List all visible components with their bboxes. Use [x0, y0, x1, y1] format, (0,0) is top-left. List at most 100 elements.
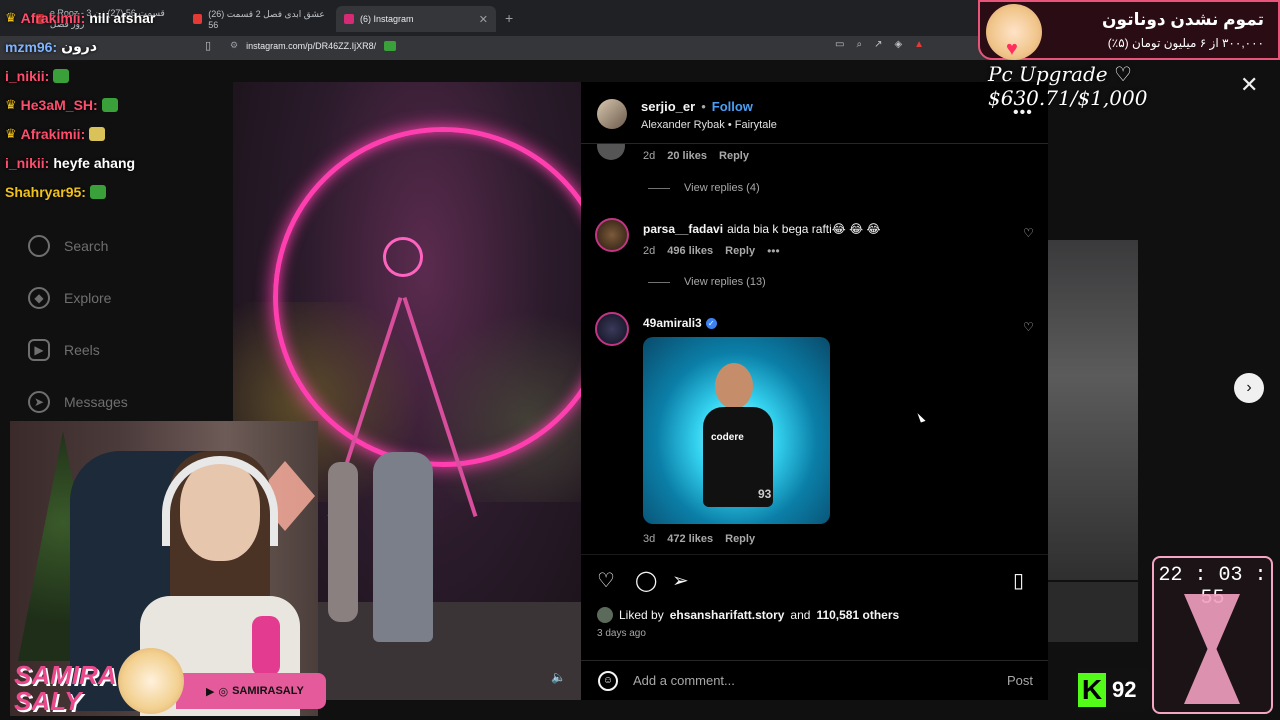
instagram-icon [344, 14, 354, 24]
chat-username: mzm96: [5, 38, 58, 55]
comment-likes[interactable]: 20 likes [667, 150, 707, 162]
chat-username: Afrakimii: [20, 125, 86, 142]
avatar[interactable] [597, 99, 627, 129]
avatar[interactable] [597, 144, 625, 160]
chat-message: i_nikii: [5, 61, 225, 90]
follow-button[interactable]: Follow [712, 99, 753, 114]
explore-icon: ◆ [28, 287, 50, 309]
next-post-button[interactable]: › [1234, 373, 1264, 403]
mascot-avatar [118, 648, 184, 714]
player-head [715, 363, 753, 409]
shield-icon[interactable]: ◈ [894, 39, 902, 50]
social-handle: ▶ ◎ SAMIRASALY [176, 673, 326, 709]
view-replies-button[interactable]: View replies (13) [648, 276, 766, 288]
map-thumbnail [1048, 582, 1138, 642]
comment-likes[interactable]: 472 likes [667, 533, 713, 545]
comment-likes[interactable]: 496 likes [667, 245, 713, 257]
comment-username[interactable]: parsa__fadavi [643, 222, 723, 236]
comment-body: 49amirali3 ✓ [643, 316, 717, 330]
alert-icon[interactable]: ▲ [914, 39, 924, 50]
chat-username: Afrakimii: [20, 9, 86, 26]
shirt-sponsor-text: codere [711, 432, 744, 443]
browser-tab-active[interactable]: (6) Instagram ✕ [336, 6, 496, 32]
sidebar-item-label: Messages [64, 394, 128, 410]
viewer-count: 92 [1112, 677, 1137, 702]
donation-goal: ♥ تموم نشدن دوناتون ۳۰۰,۰۰۰ از ۶ میلیون … [978, 0, 1280, 60]
avatar[interactable] [597, 607, 613, 623]
emote-icon [89, 126, 106, 141]
username-link[interactable]: serjio_er [641, 99, 695, 114]
chat-message: mzm96: درون [5, 32, 225, 61]
divider [648, 281, 670, 283]
avatar[interactable] [595, 312, 629, 346]
sidebar-item-label: Reels [64, 342, 100, 358]
close-tab-icon[interactable]: ✕ [479, 13, 488, 26]
add-comment-bar: ☺ Post [581, 660, 1048, 700]
sidebar-item-explore[interactable]: ◆ Explore [28, 272, 128, 324]
emote-icon [53, 68, 70, 83]
screen-icon[interactable]: ▭ [835, 39, 844, 50]
liked-by-user[interactable]: ehsansharifatt.story [670, 608, 785, 622]
liked-by-others[interactable]: 110,581 others [816, 608, 899, 622]
chat-message: i_nikii: heyfe ahang [5, 148, 225, 177]
new-tab-icon[interactable]: + [505, 10, 513, 26]
kick-logo-icon: K [1078, 673, 1106, 707]
like-comment-icon[interactable]: ♡ [1023, 226, 1034, 240]
microphone [252, 616, 280, 676]
sidebar-item-reels[interactable]: ▶ Reels [28, 324, 128, 376]
volume-icon[interactable]: 🔈 [551, 670, 566, 684]
comment-body: parsa__fadavi aida bia k bega rafti😂 😂 😂 [643, 222, 881, 236]
like-icon[interactable]: ♡ [597, 568, 615, 593]
chat-username: Shahryar95: [5, 183, 86, 200]
instagram-icon: ◎ [218, 685, 229, 698]
comment-input[interactable] [633, 673, 983, 688]
chat-username: i_nikii: [5, 67, 50, 84]
comment-age: 3d [643, 533, 656, 545]
chat-message: Shahryar95: [5, 177, 225, 206]
comment-icon[interactable]: ◯ [635, 568, 657, 593]
messages-icon: ➤ [28, 391, 50, 413]
stream-chat: ♛ Afrakimii: nili afshar mzm96: درون i_n… [5, 3, 225, 206]
tab-label: (6) Instagram [360, 14, 414, 24]
comment-username[interactable]: 49amirali3 [643, 316, 702, 330]
sidebar-item-label: Explore [64, 290, 112, 306]
avatar[interactable] [595, 218, 629, 252]
search-icon [28, 235, 50, 257]
reply-button[interactable]: Reply [719, 150, 749, 162]
post-actions: ♡ ◯ ➢ ▯ Liked by ehsansharifatt.story an… [581, 554, 1048, 664]
url-field[interactable]: ⚙ instagram.com/p/DR46ZZ.IjXR8/ [230, 40, 397, 51]
comment-meta: 2d 496 likes Reply ••• [643, 244, 780, 258]
crown-icon: ♛ [5, 96, 17, 112]
emote-icon [384, 40, 397, 51]
screen-root: { "browser": { "tabs": [ {"label": "e Ro… [0, 0, 1280, 720]
audio-label[interactable]: Alexander Rybak • Fairytale [641, 119, 777, 131]
sidebar-item-search[interactable]: Search [28, 220, 128, 272]
share-icon[interactable]: ➢ [672, 568, 689, 593]
post-panel: serjio_er • Follow Alexander Rybak • Fai… [581, 82, 1048, 700]
save-icon[interactable]: ▯ [1013, 568, 1024, 593]
zoom-icon[interactable]: ⌕ [856, 39, 862, 50]
like-comment-icon[interactable]: ♡ [1023, 320, 1034, 334]
separator: • [701, 99, 706, 114]
more-options-icon[interactable]: ••• [767, 244, 780, 258]
share-icon[interactable]: ↗ [874, 39, 882, 50]
chat-message: ♛ He3aM_SH: [5, 90, 225, 119]
site-info-icon[interactable]: ⚙ [230, 40, 238, 51]
streamer-name-line2: SALY [14, 686, 82, 716]
reply-button[interactable]: Reply [725, 533, 755, 545]
view-replies-label: View replies (13) [684, 276, 766, 288]
verified-badge-icon: ✓ [705, 317, 717, 329]
crown-icon: ♛ [5, 9, 17, 25]
post-button[interactable]: Post [1007, 673, 1033, 688]
next-post-thumbnail[interactable] [1048, 240, 1138, 580]
handle-text: SAMIRASALY [232, 685, 304, 697]
liked-by-and: and [790, 608, 811, 622]
sidebar-nav: Search ◆ Explore ▶ Reels ➤ Messages [28, 220, 128, 428]
view-replies-button[interactable]: View replies (4) [648, 182, 760, 194]
comment-age: 2d [643, 245, 656, 257]
reply-button[interactable]: Reply [725, 245, 755, 257]
view-replies-label: View replies (4) [684, 182, 760, 194]
sidebar-item-label: Search [64, 238, 109, 254]
comment-image[interactable]: codere 93 [643, 337, 830, 524]
emoji-icon[interactable]: ☺ [598, 671, 618, 691]
